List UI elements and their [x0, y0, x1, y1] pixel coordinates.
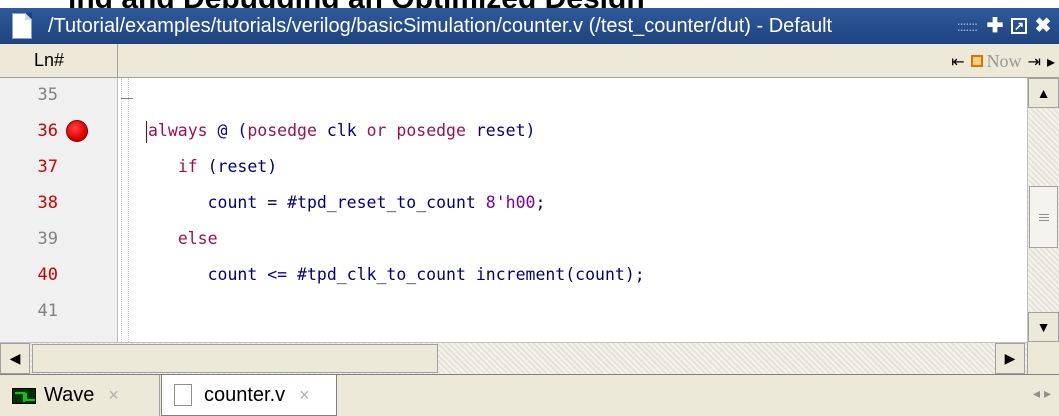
gutter-line[interactable]: 41 [0, 294, 118, 328]
gutter-line[interactable]: 40 [0, 258, 118, 292]
next-icon[interactable]: ⇥ [1028, 52, 1041, 71]
scroll-right-icon[interactable]: ▸ [1047, 52, 1055, 71]
operator: ( [237, 121, 248, 140]
scrollbar-corner [1027, 342, 1059, 374]
code-line-39: else [148, 222, 218, 256]
vertical-scrollbar[interactable]: ▲ ▼ [1027, 78, 1059, 342]
keyword: posedge [247, 121, 317, 140]
identifier: #tpd_clk_to_count increment(count); [287, 265, 645, 284]
keyword: posedge [386, 121, 466, 140]
code-line-38: count = #tpd_reset_to_count 8'h00; [148, 186, 546, 220]
line-number: 37 [37, 157, 58, 177]
page-heading: ing and Debugging an Optimized Design [0, 0, 1059, 8]
drag-grip-icon[interactable]: ::::::: [957, 18, 978, 34]
operator: @ [207, 121, 238, 140]
gutter-line[interactable]: 37 [0, 150, 118, 184]
tab-scroll-icon[interactable]: ◂▸ [1033, 385, 1055, 402]
wave-icon [12, 387, 36, 404]
previous-icon[interactable]: ⇤ [951, 52, 964, 71]
tab-label: counter.v [204, 383, 286, 406]
line-number: 39 [37, 229, 58, 249]
source-header: Ln# ⇤ Now ⇥ ▸ [0, 44, 1059, 78]
tab-label: Wave [44, 384, 95, 406]
gutter-line[interactable]: 36 [0, 114, 118, 148]
line-number: 35 [37, 85, 58, 105]
line-number: 36 [37, 121, 58, 141]
keyword: else [177, 229, 218, 248]
code-line-40: count <= #tpd_clk_to_count increment(cou… [148, 258, 645, 292]
now-label: Now [986, 50, 1022, 71]
operator: <= [267, 265, 288, 284]
gutter-line[interactable]: 38 [0, 186, 118, 220]
gutter-line[interactable]: 35 [0, 78, 118, 112]
gutter-line[interactable]: 39 [0, 222, 118, 256]
window-titlebar[interactable]: /Tutorial/examples/tutorials/verilog/bas… [0, 8, 1059, 44]
close-tab-icon[interactable]: × [299, 385, 310, 406]
identifier: clk [316, 121, 367, 140]
scroll-right-icon[interactable]: ▶ [995, 343, 1025, 374]
scroll-down-icon[interactable]: ▼ [1028, 312, 1059, 342]
document-icon [12, 13, 32, 39]
identifier: (reset) [197, 157, 278, 176]
file-icon [174, 384, 192, 406]
now-button[interactable]: Now [970, 50, 1022, 72]
time-navigation: ⇤ Now ⇥ ▸ [951, 50, 1055, 72]
keyword: always [148, 121, 208, 140]
operator: ) [525, 121, 536, 140]
text-caret [146, 120, 147, 143]
breakpoint-icon[interactable] [66, 120, 88, 142]
code-line-37: if (reset) [148, 150, 277, 184]
line-number-header: Ln# [0, 44, 118, 77]
tab-counter-v[interactable]: counter.v × [161, 375, 337, 416]
keyword: if [177, 157, 198, 176]
line-number: 41 [37, 301, 58, 321]
window-title: /Tutorial/examples/tutorials/verilog/bas… [48, 14, 833, 37]
line-number: 40 [37, 265, 58, 285]
vertical-scroll-thumb[interactable] [1029, 186, 1058, 248]
undock-icon[interactable]: ↗ [1011, 18, 1027, 34]
dock-icon[interactable]: ✚ [985, 16, 1005, 36]
line-number: 38 [37, 193, 58, 213]
identifier: reset [465, 121, 526, 140]
now-marker-icon [970, 55, 983, 67]
horizontal-scroll-thumb[interactable] [32, 344, 438, 373]
identifier: count = #tpd_reset_to_count [207, 193, 486, 212]
scroll-left-icon[interactable]: ◀ [0, 343, 30, 374]
identifier: count [207, 265, 268, 284]
close-tab-icon[interactable]: × [108, 385, 119, 406]
horizontal-scrollbar[interactable]: ◀ ▶ [0, 342, 1059, 374]
close-icon[interactable]: ✖ [1033, 16, 1053, 36]
tab-wave[interactable]: Wave × [0, 375, 160, 416]
line-number-gutter[interactable]: 35 36 37 38 39 40 41 [0, 78, 118, 342]
number-literal: 8'h00 [485, 193, 536, 212]
source-code-editor[interactable]: always @ (posedge clk or posedge reset) … [128, 78, 1027, 342]
tab-bar: Wave × counter.v × ◂▸ [0, 374, 1059, 416]
keyword: or [366, 121, 387, 140]
scroll-up-icon[interactable]: ▲ [1028, 78, 1059, 108]
operator: ; [535, 193, 546, 212]
code-line-36: always @ (posedge clk or posedge reset) [146, 114, 535, 148]
